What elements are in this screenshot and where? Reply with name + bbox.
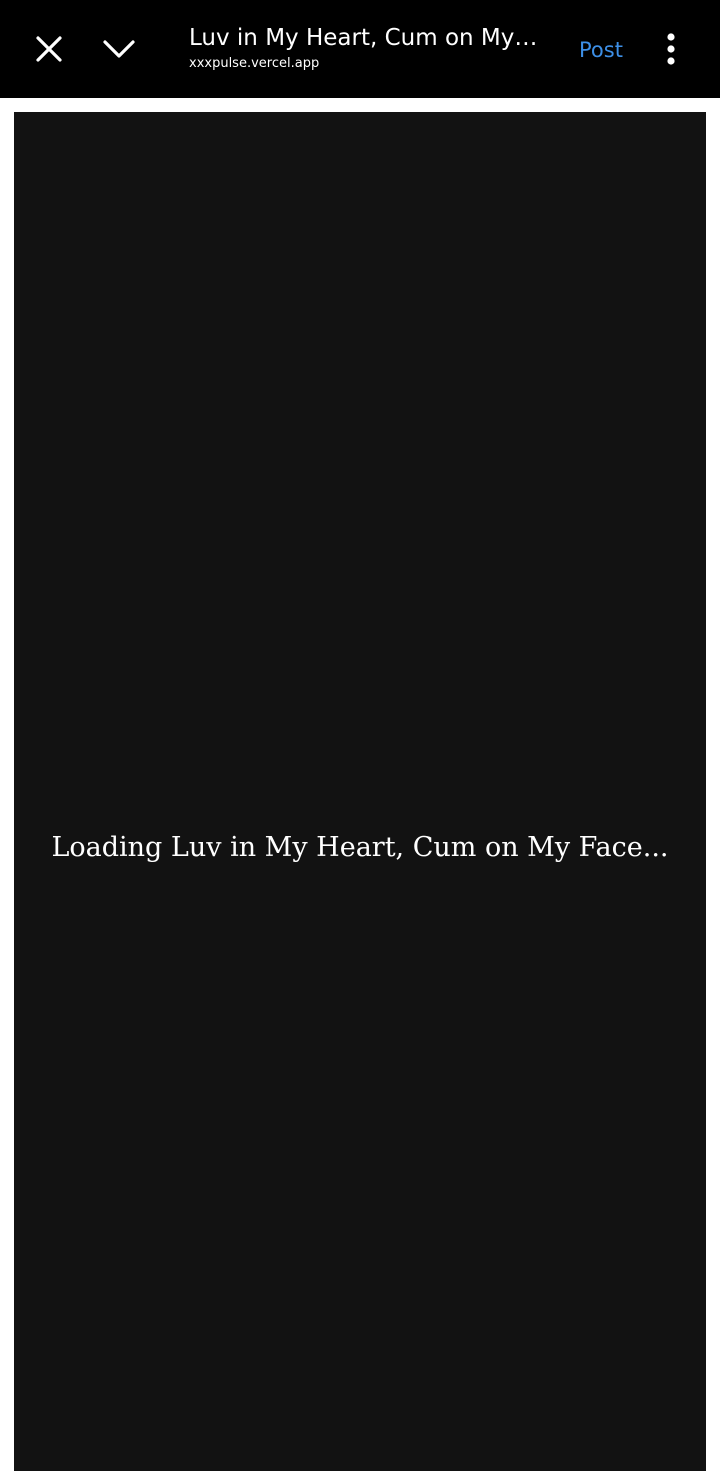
loading-message: Loading Luv in My Heart, Cum on My Face.…	[51, 832, 669, 863]
browser-toolbar: Luv in My Heart, Cum on My Fa... xxxpuls…	[0, 0, 720, 98]
page-title: Luv in My Heart, Cum on My Fa...	[189, 25, 539, 51]
page-url: xxxpulse.vercel.app	[189, 56, 320, 71]
post-button[interactable]: Post	[568, 30, 634, 70]
close-icon	[36, 36, 62, 62]
collapse-button[interactable]	[89, 19, 149, 79]
overflow-menu-button[interactable]	[641, 19, 701, 79]
more-vert-icon	[667, 33, 675, 65]
chevron-down-icon	[103, 40, 135, 58]
page-title-block: Luv in My Heart, Cum on My Fa... xxxpuls…	[189, 22, 539, 74]
close-button[interactable]	[19, 19, 79, 79]
content-frame[interactable]: Loading Luv in My Heart, Cum on My Face.…	[14, 112, 706, 1471]
